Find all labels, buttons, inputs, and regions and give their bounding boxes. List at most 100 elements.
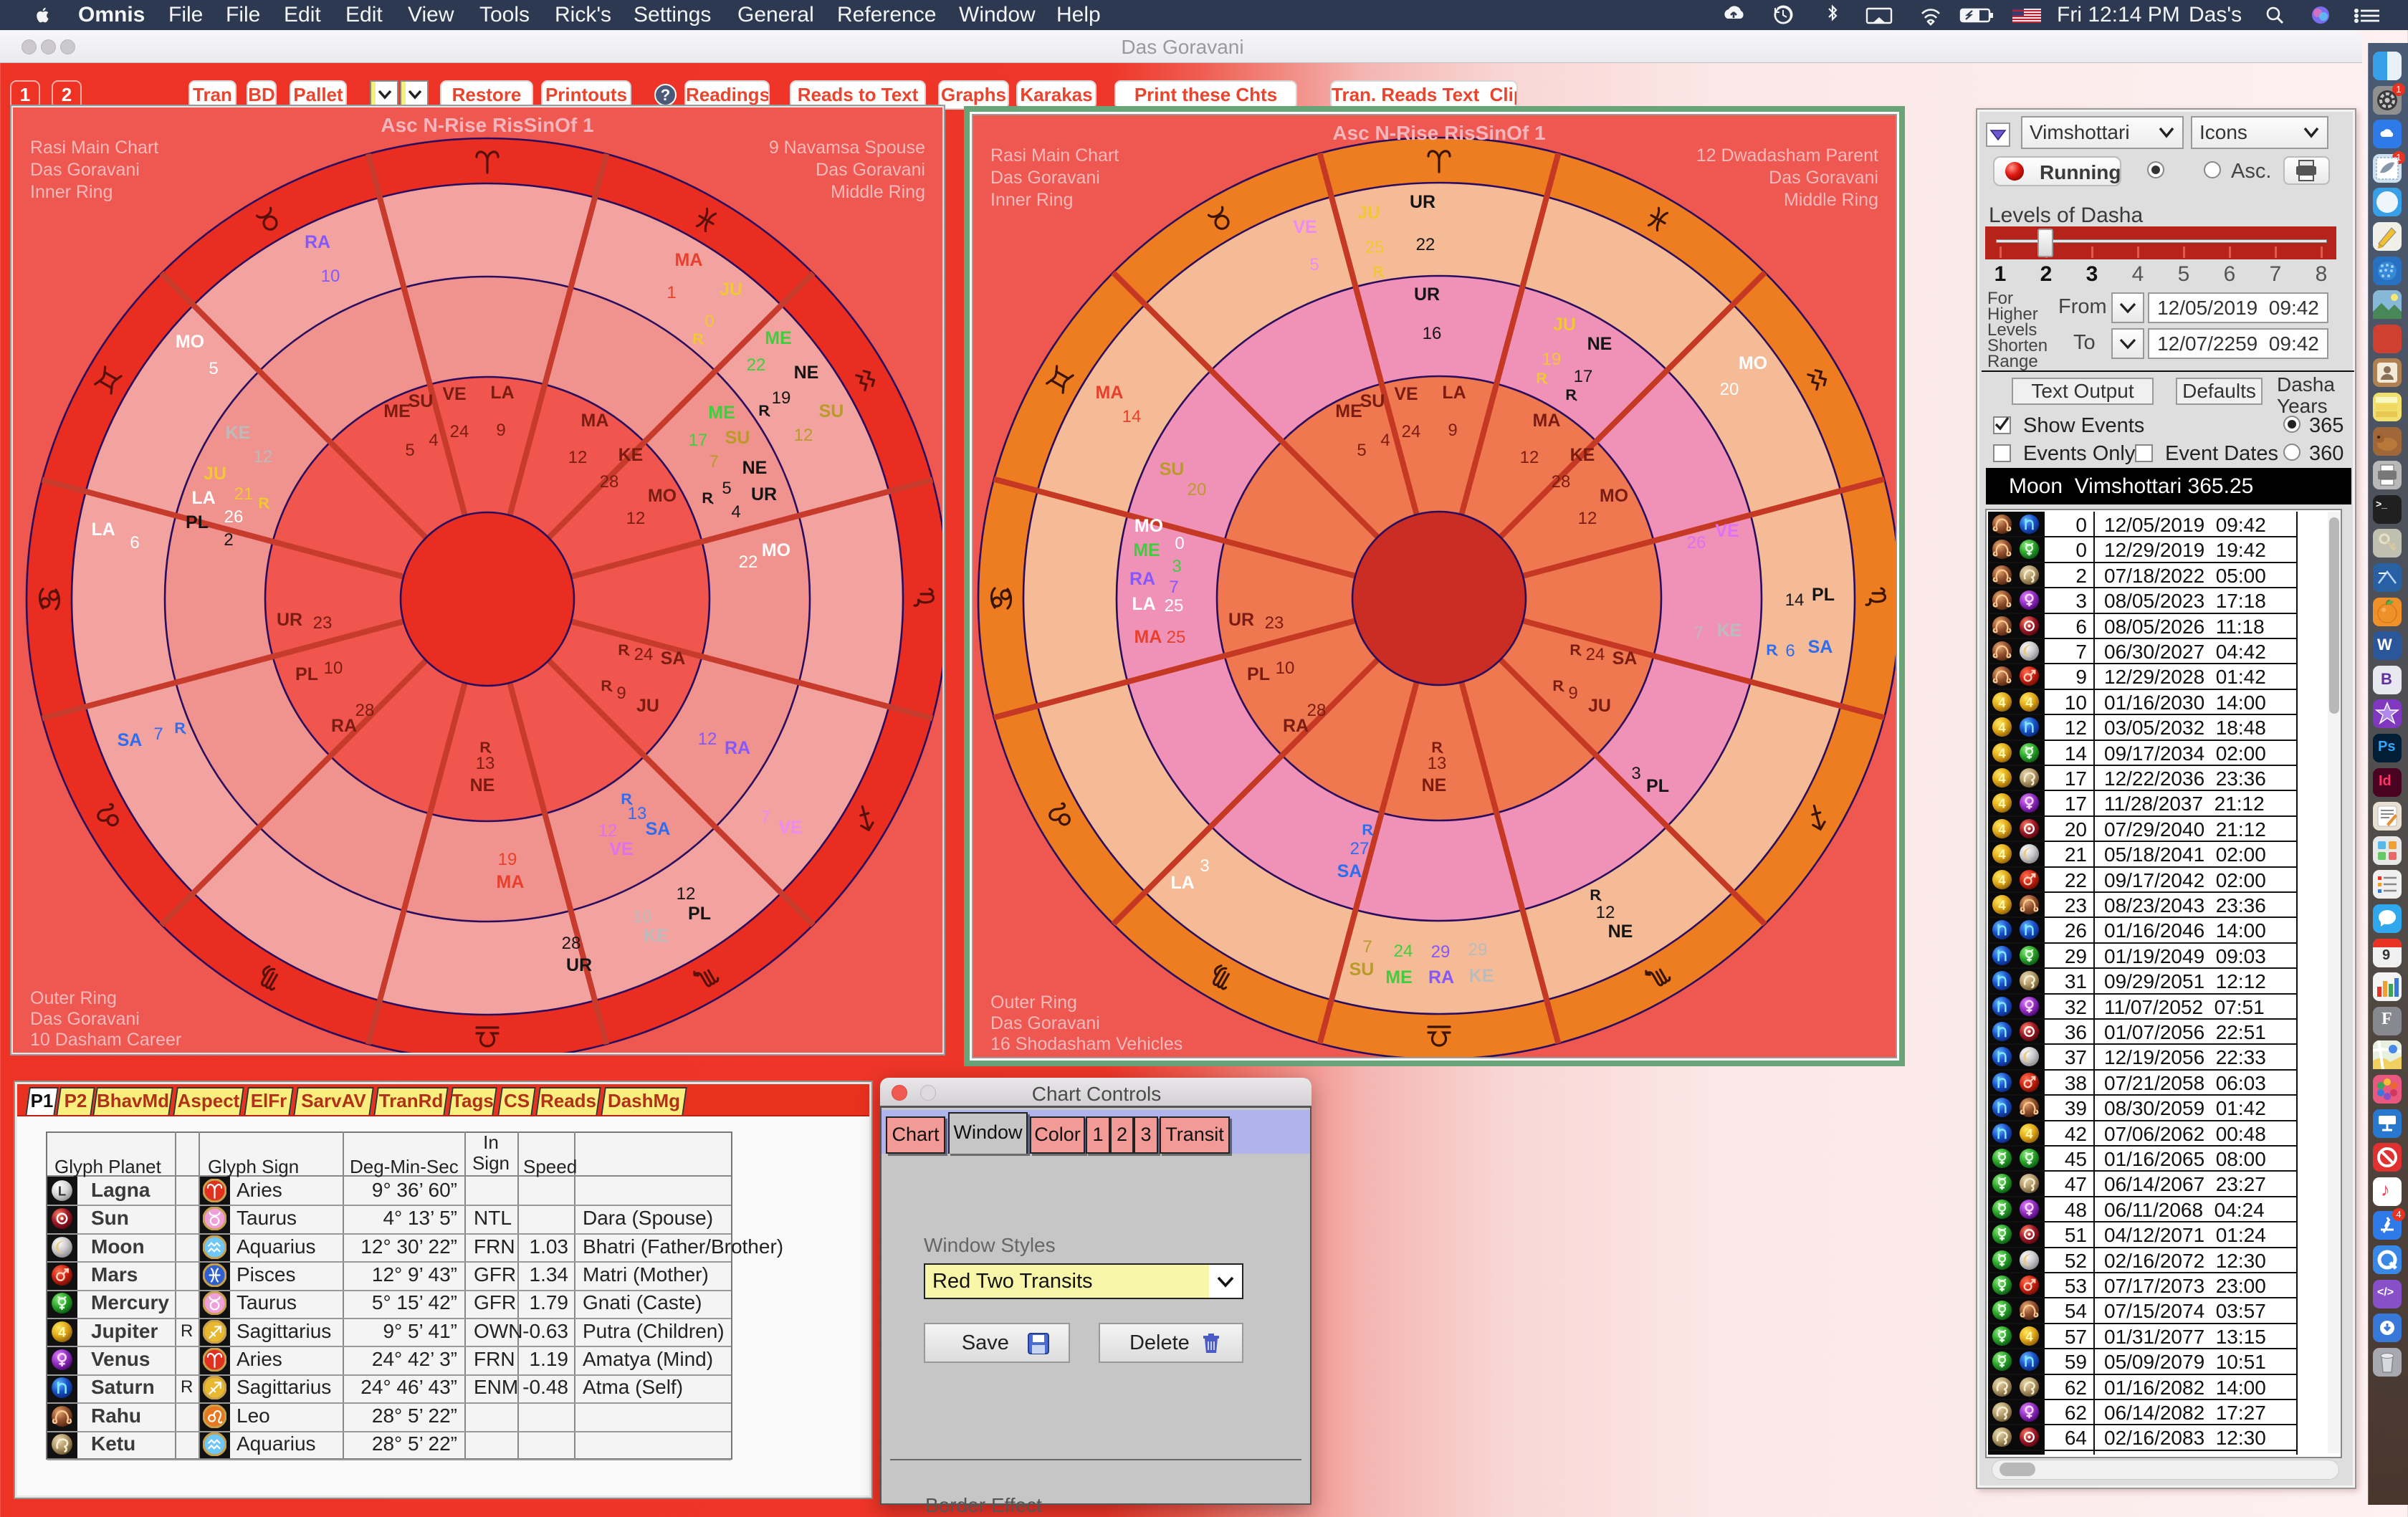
svg-text:10 Dasham Career: 10 Dasham Career [30,1030,181,1050]
svg-text:SA: SA [1808,637,1833,657]
svg-text:20: 20 [1720,380,1739,399]
svg-text:PL: PL [1812,585,1835,605]
svg-text:2: 2 [224,530,233,550]
svg-text:JU: JU [1588,696,1611,716]
svg-text:Das Goravani: Das Goravani [990,168,1100,188]
svg-text:ME: ME [1335,401,1362,421]
svg-text:NE: NE [1587,334,1612,354]
svg-text:14: 14 [1122,407,1142,426]
svg-text:R: R [1372,264,1383,280]
svg-text:VE: VE [1715,521,1739,541]
svg-text:19: 19 [772,388,791,408]
svg-text:LA: LA [1170,873,1194,893]
svg-text:23: 23 [1265,613,1284,633]
svg-text:3: 3 [1172,557,1181,576]
svg-text:JU: JU [720,279,742,300]
svg-text:RA: RA [331,716,357,736]
svg-text:21: 21 [234,484,254,504]
svg-text:5: 5 [722,479,731,498]
svg-text:Middle Ring: Middle Ring [1784,190,1878,210]
svg-text:Outer Ring: Outer Ring [990,992,1077,1013]
svg-text:R: R [174,720,185,737]
svg-text:5: 5 [405,441,414,460]
svg-text:29: 29 [1431,942,1451,962]
svg-text:JU: JU [636,696,659,716]
svg-text:Outer Ring: Outer Ring [30,988,117,1008]
svg-text:MO: MO [176,332,204,352]
svg-text:ME: ME [1385,967,1413,987]
svg-text:28: 28 [355,701,375,720]
svg-text:Asc N-Rise RisSinOf 1: Asc N-Rise RisSinOf 1 [381,114,593,136]
svg-text:28: 28 [562,934,581,953]
svg-text:UR: UR [277,610,302,630]
svg-text:JU: JU [204,464,226,484]
svg-text:12 Dwadasham Parent: 12 Dwadasham Parent [1696,145,1878,166]
svg-text:KE: KE [618,445,644,465]
svg-text:ME: ME [1133,540,1160,560]
svg-text:23: 23 [313,613,333,633]
svg-text:RA: RA [725,738,750,758]
svg-text:10: 10 [1276,659,1295,678]
svg-text:29: 29 [1468,940,1488,960]
svg-text:R: R [692,331,703,348]
svg-text:SU: SU [1360,391,1385,411]
svg-text:24: 24 [1586,645,1605,664]
svg-text:Inner Ring: Inner Ring [990,190,1073,210]
svg-text:7: 7 [709,452,718,472]
svg-text:5: 5 [209,359,218,378]
svg-text:12: 12 [677,884,696,904]
svg-text:17: 17 [1574,367,1593,386]
svg-text:R: R [1590,887,1600,904]
svg-text:PL: PL [295,664,318,684]
svg-text:22: 22 [1416,235,1435,254]
svg-text:Das Goravani: Das Goravani [1769,168,1878,188]
svg-text:9: 9 [616,684,626,703]
svg-text:NE: NE [470,775,495,795]
svg-text:MA: MA [1096,383,1124,403]
svg-text:Das Goravani: Das Goravani [990,1013,1100,1033]
svg-text:7: 7 [1693,623,1703,643]
svg-text:25: 25 [1365,238,1385,257]
svg-text:R: R [1565,387,1576,403]
svg-text:Middle Ring: Middle Ring [831,182,925,202]
svg-text:PL: PL [1247,664,1270,684]
svg-text:6: 6 [1785,641,1795,661]
svg-text:0: 0 [1175,534,1184,553]
svg-text:16 Shodasham Vehicles: 16 Shodasham Vehicles [990,1034,1182,1054]
svg-text:LA: LA [1132,594,1155,614]
svg-text:MA: MA [1533,411,1561,431]
svg-text:14: 14 [1785,590,1805,610]
svg-text:9 Navamsa Spouse: 9 Navamsa Spouse [769,138,925,158]
svg-text:7: 7 [1169,578,1178,597]
svg-text:R: R [1431,740,1442,756]
svg-text:R: R [1552,678,1563,694]
svg-text:28: 28 [1307,701,1327,720]
svg-text:SU: SU [819,401,844,421]
svg-text:Das Goravani: Das Goravani [816,160,925,180]
svg-text:Das Goravani: Das Goravani [30,160,140,180]
svg-text:R: R [258,495,269,512]
svg-text:UR: UR [566,955,592,975]
svg-text:19: 19 [1542,350,1562,369]
svg-text:NE: NE [1422,775,1447,795]
svg-text:7: 7 [760,808,770,827]
svg-text:22: 22 [747,355,766,375]
svg-text:RA: RA [1283,716,1309,736]
svg-text:SU: SU [408,391,434,411]
svg-text:10: 10 [324,659,343,678]
svg-text:ME: ME [765,328,792,348]
svg-text:13: 13 [476,754,495,773]
svg-text:SU: SU [1160,459,1185,479]
svg-text:4: 4 [1380,431,1390,450]
svg-text:KE: KE [1717,621,1742,641]
svg-text:SA: SA [661,649,686,669]
svg-text:SU: SU [725,428,750,448]
svg-text:9: 9 [496,421,505,440]
svg-text:MO: MO [648,486,677,506]
svg-text:NE: NE [1608,922,1633,942]
svg-text:10: 10 [321,267,340,286]
svg-text:R: R [1362,822,1372,838]
svg-text:Rasi Main Chart: Rasi Main Chart [30,138,158,158]
svg-text:ME: ME [708,403,735,423]
svg-text:Asc N-Rise RisSinOf 1: Asc N-Rise RisSinOf 1 [1332,122,1545,144]
